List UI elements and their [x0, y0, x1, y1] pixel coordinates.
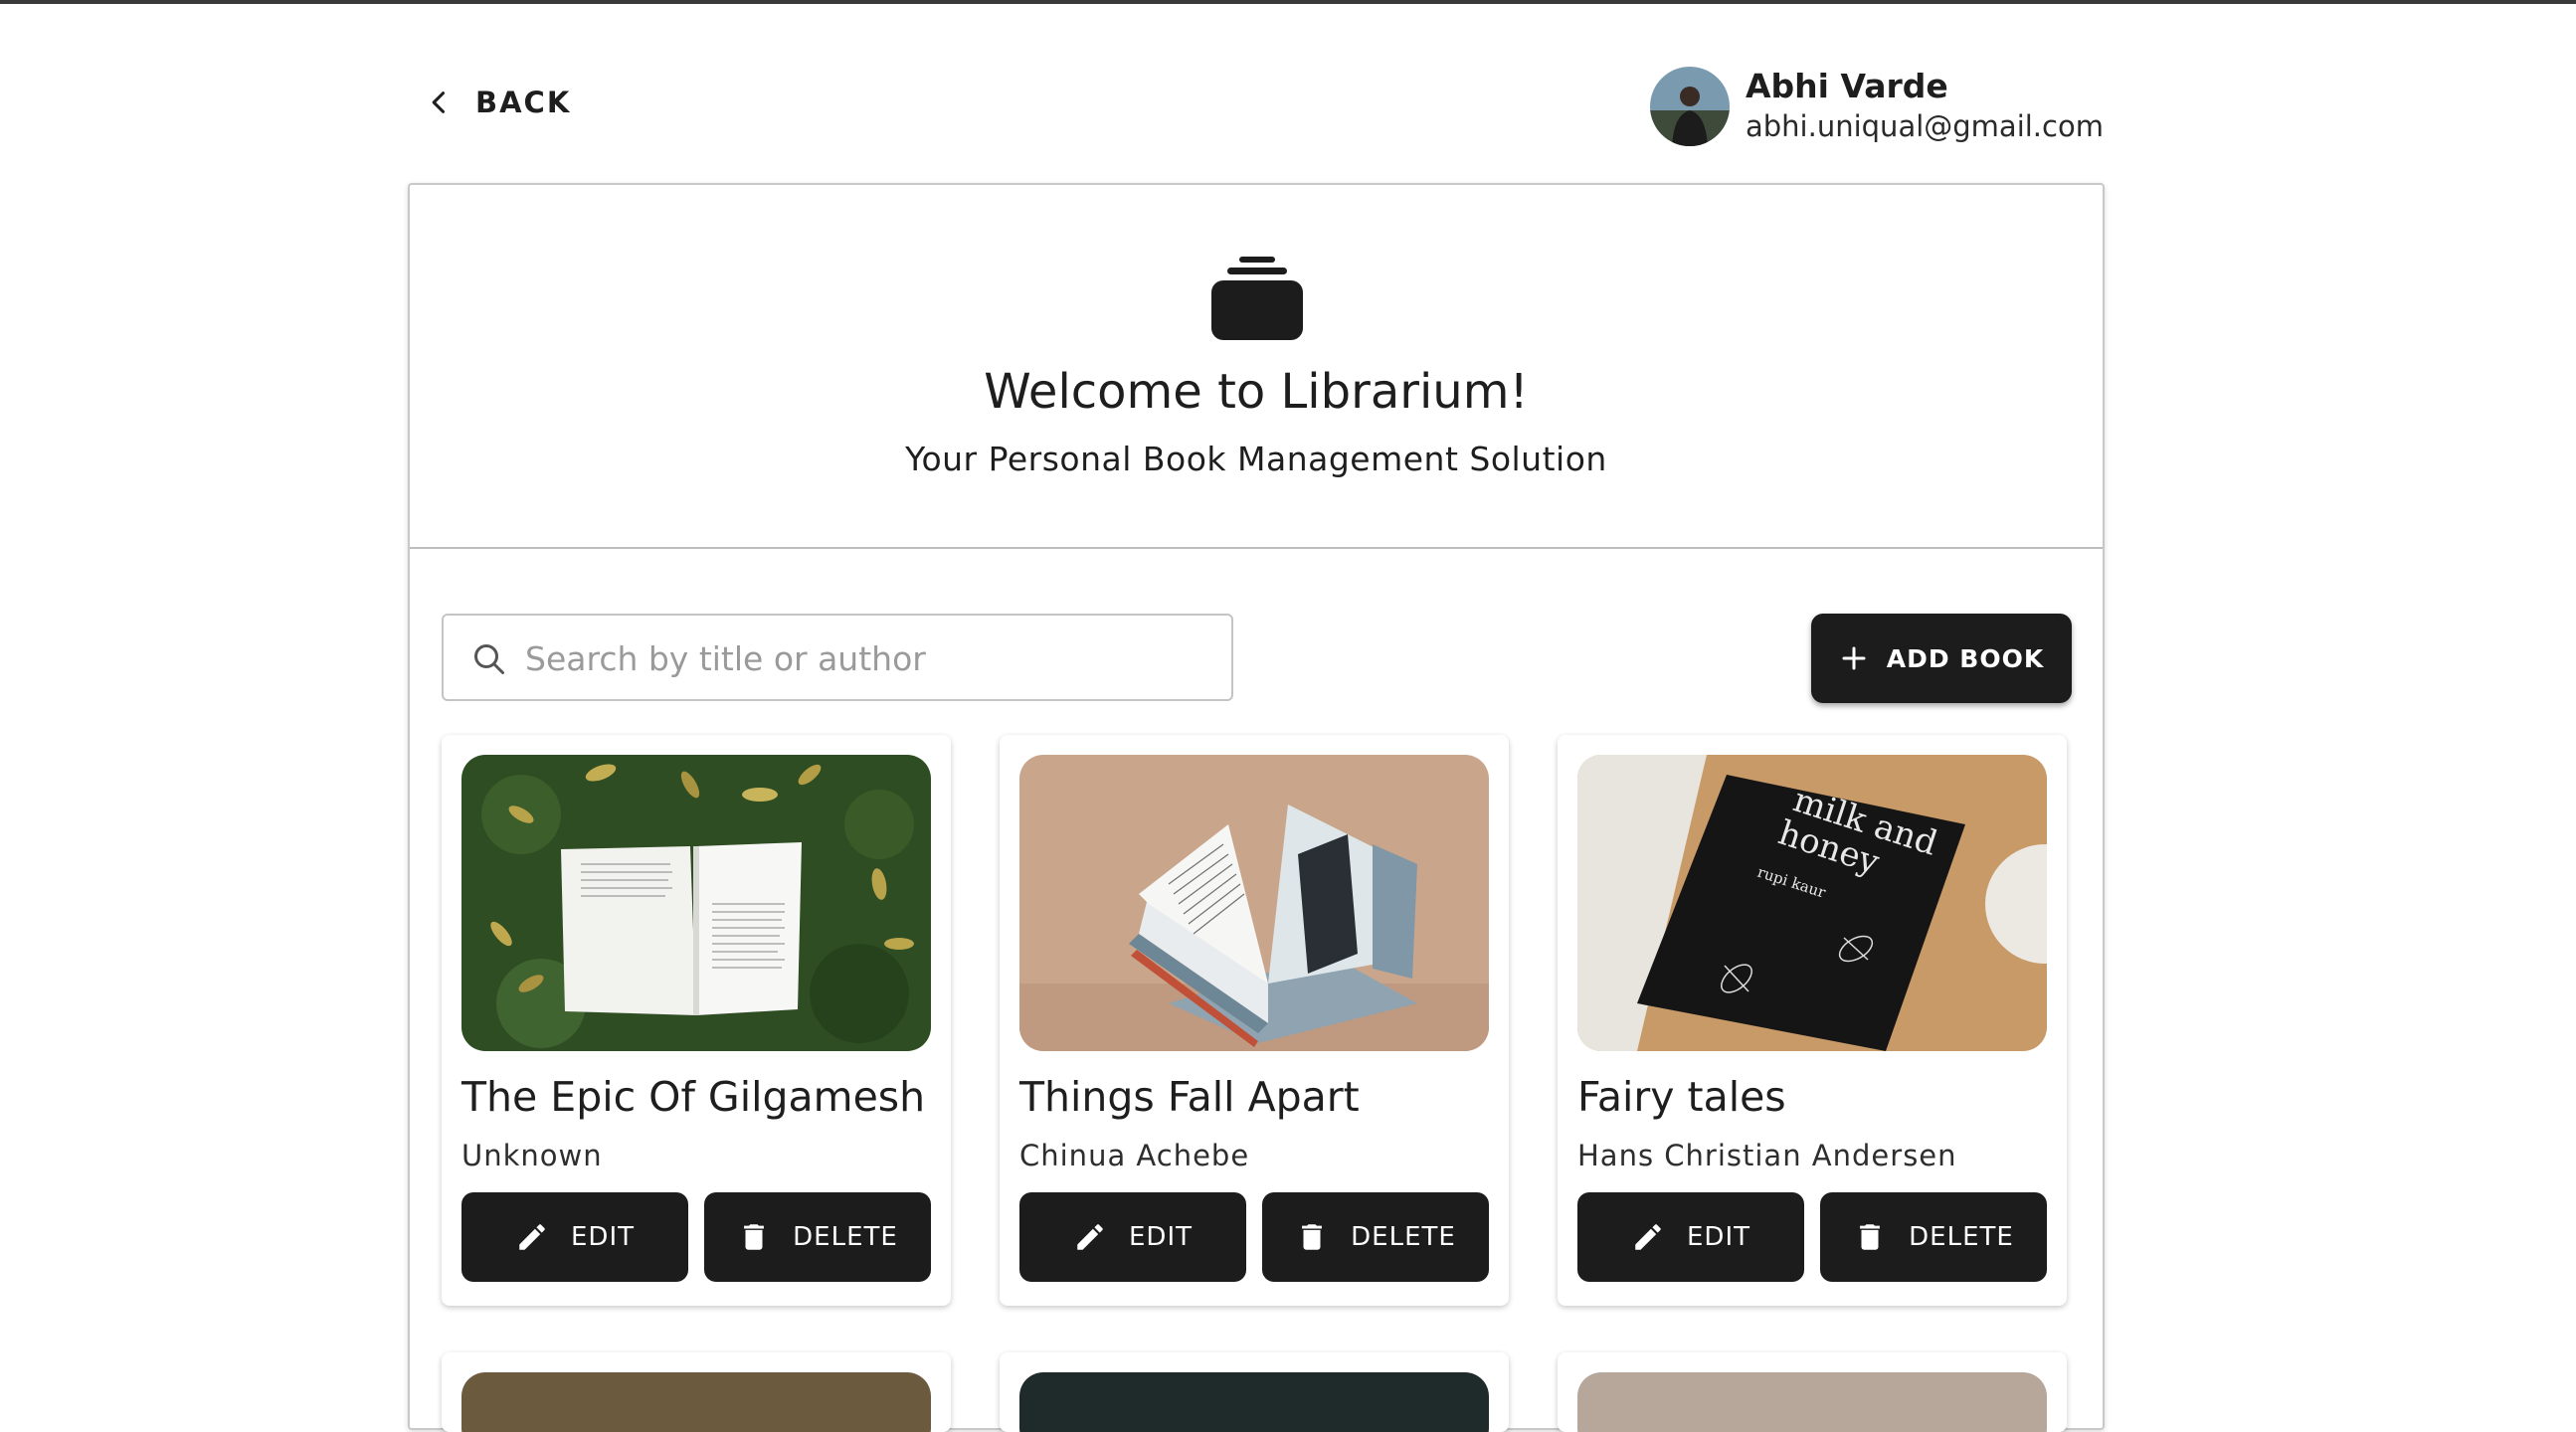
- user-email: abhi.uniqual@gmail.com: [1746, 109, 2104, 143]
- delete-button[interactable]: DELETE: [704, 1192, 931, 1282]
- book-cover-image: [1577, 1372, 2047, 1432]
- chevron-left-icon: [432, 91, 446, 113]
- delete-label: DELETE: [1909, 1222, 2014, 1252]
- welcome-hero: Welcome to Librarium! Your Personal Book…: [410, 185, 2103, 549]
- book-cover-image: [461, 755, 931, 1051]
- page-subtitle: Your Personal Book Management Solution: [905, 440, 1607, 478]
- book-title: The Epic Of Gilgamesh: [461, 1073, 926, 1121]
- trash-icon: [744, 1224, 765, 1250]
- pencil-icon: [519, 1224, 545, 1250]
- book-card: milk and honey rupi kaur Fairy tales Han…: [1558, 735, 2067, 1306]
- top-border: [0, 0, 2576, 4]
- book-cover-image: [1019, 755, 1489, 1051]
- delete-button[interactable]: DELETE: [1820, 1192, 2047, 1282]
- book-author: Chinua Achebe: [1019, 1139, 1250, 1172]
- plus-icon: [1842, 646, 1866, 670]
- pencil-icon: [1635, 1224, 1661, 1250]
- main-panel: Welcome to Librarium! Your Personal Book…: [408, 183, 2105, 1432]
- search-input[interactable]: [523, 627, 1203, 689]
- back-label: BACK: [475, 86, 572, 119]
- stacked-archive-icon: [1211, 257, 1303, 340]
- book-card: [442, 1352, 951, 1432]
- book-title: Fairy tales: [1577, 1073, 1786, 1121]
- book-card: The Epic Of Gilgamesh Unknown EDIT DELET…: [442, 735, 951, 1306]
- delete-label: DELETE: [793, 1222, 898, 1252]
- book-cover-image: [461, 1372, 931, 1432]
- back-button[interactable]: BACK: [426, 86, 571, 119]
- book-title: Things Fall Apart: [1019, 1073, 1360, 1121]
- book-cover-image: milk and honey rupi kaur: [1577, 755, 2047, 1051]
- avatar[interactable]: [1650, 67, 1730, 146]
- edit-button[interactable]: EDIT: [1577, 1192, 1804, 1282]
- user-profile[interactable]: Abhi Varde abhi.uniqual@gmail.com: [1650, 67, 2104, 146]
- edit-button[interactable]: EDIT: [461, 1192, 688, 1282]
- search-icon: [474, 644, 504, 674]
- edit-button[interactable]: EDIT: [1019, 1192, 1246, 1282]
- user-name: Abhi Varde: [1746, 67, 1948, 105]
- delete-button[interactable]: DELETE: [1262, 1192, 1489, 1282]
- book-cover-image: [1019, 1372, 1489, 1432]
- page-title: Welcome to Librarium!: [984, 364, 1529, 420]
- edit-label: EDIT: [1129, 1222, 1193, 1252]
- trash-icon: [1860, 1224, 1881, 1250]
- pencil-icon: [1077, 1224, 1103, 1250]
- book-card: [1558, 1352, 2067, 1432]
- edit-label: EDIT: [1687, 1222, 1750, 1252]
- trash-icon: [1302, 1224, 1323, 1250]
- edit-label: EDIT: [571, 1222, 635, 1252]
- book-card: Things Fall Apart Chinua Achebe EDIT DEL…: [1000, 735, 1509, 1306]
- book-author: Unknown: [461, 1139, 603, 1172]
- add-book-label: ADD BOOK: [1886, 643, 2045, 673]
- delete-label: DELETE: [1351, 1222, 1456, 1252]
- book-author: Hans Christian Andersen: [1577, 1139, 1957, 1172]
- book-card: [1000, 1352, 1509, 1432]
- add-book-button[interactable]: ADD BOOK: [1811, 614, 2072, 703]
- search-field[interactable]: [442, 614, 1233, 701]
